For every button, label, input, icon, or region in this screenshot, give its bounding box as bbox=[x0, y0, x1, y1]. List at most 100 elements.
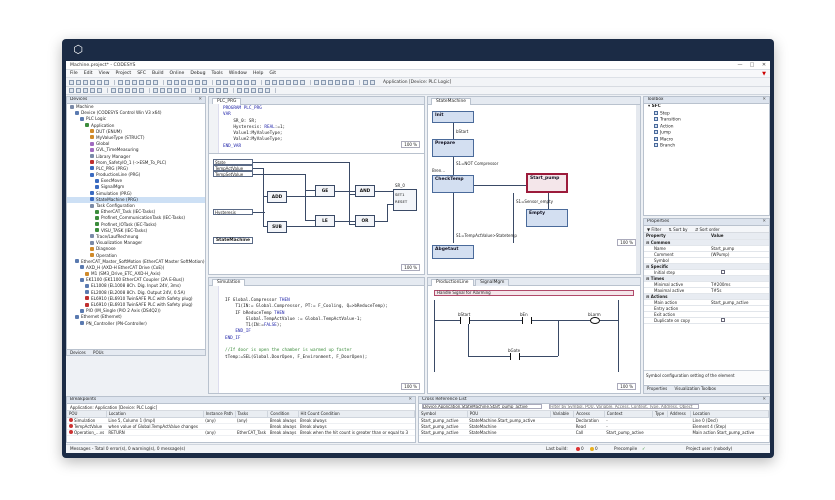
toolbar-button-icon[interactable] bbox=[118, 88, 123, 93]
toolbar-button-icon[interactable] bbox=[174, 79, 179, 85]
decl-zoom-select[interactable]: 100 % bbox=[401, 141, 420, 148]
alert-flag-icon[interactable]: ▼ bbox=[762, 71, 766, 77]
messages-summary[interactable]: Messages - Total 0 error(s), 0 warning(s… bbox=[70, 446, 185, 451]
pane-close-icon[interactable]: ✕ bbox=[762, 219, 766, 225]
fbd-zoom-select[interactable]: 100 % bbox=[401, 264, 420, 271]
toolbar-button-icon[interactable] bbox=[272, 79, 277, 85]
toolbar-button-icon[interactable] bbox=[132, 79, 137, 85]
ladder-contact-bstart[interactable] bbox=[460, 317, 470, 324]
toolbar-button-icon[interactable] bbox=[202, 88, 207, 93]
toolbar-button-icon[interactable] bbox=[349, 79, 354, 85]
toolbar-button-icon[interactable] bbox=[125, 79, 130, 85]
table-row[interactable]: Start_pump_active StateMachine Call Start_p… bbox=[419, 429, 769, 436]
sfc-transition-label[interactable]: S1=Sensor_empty bbox=[516, 199, 553, 204]
toolbar-button-icon[interactable] bbox=[335, 79, 340, 85]
property-value[interactable] bbox=[709, 317, 769, 324]
toolbar-button-icon[interactable] bbox=[132, 88, 137, 93]
toolbar-button-icon[interactable] bbox=[223, 88, 228, 93]
pane-close-icon[interactable]: ✕ bbox=[762, 97, 766, 103]
toolbar-button-icon[interactable] bbox=[230, 79, 235, 85]
sort-order-button[interactable]: Sort order bbox=[699, 227, 719, 232]
tab-state-machine[interactable]: StateMachine bbox=[431, 98, 472, 105]
cross-reference-search-input[interactable]: Device.Application.StateMachine.Start_pu… bbox=[422, 404, 542, 409]
sfc-step-start-pump[interactable]: Start_pump bbox=[526, 173, 568, 193]
active-application-label[interactable]: Application [Device: PLC Logic] bbox=[383, 80, 451, 85]
toolbar-button-icon[interactable] bbox=[244, 79, 249, 85]
toolbar-button-icon[interactable] bbox=[69, 79, 74, 85]
sfc-zoom-select[interactable]: 100 % bbox=[617, 239, 636, 246]
toolbar-button-icon[interactable] bbox=[139, 79, 144, 85]
tree-item[interactable]: PN_Controller (PN-Controller) bbox=[67, 321, 205, 327]
menu-file[interactable]: File bbox=[70, 71, 78, 76]
toolbar-button-icon[interactable] bbox=[321, 79, 326, 85]
toolbar-button-icon[interactable] bbox=[97, 88, 102, 93]
menu-edit[interactable]: Edit bbox=[84, 71, 93, 76]
sfc-step-empty[interactable]: Empty bbox=[526, 209, 568, 227]
toolbar-button-icon[interactable] bbox=[237, 79, 242, 85]
table-row[interactable]: Operation_...vs RETURN (any) EtherCAT_Task B… bbox=[67, 429, 415, 436]
filter-button[interactable]: Filter bbox=[651, 227, 661, 232]
toolbar-button-icon[interactable] bbox=[83, 79, 88, 85]
sfc-step-init[interactable]: Init bbox=[432, 111, 474, 123]
fbd-block-sub[interactable]: SUB bbox=[267, 221, 287, 233]
tab-pous[interactable]: POUs bbox=[93, 350, 104, 355]
toolbar-button-icon[interactable] bbox=[202, 79, 207, 85]
fbd-var-tempsetvalue[interactable]: TempSetValue bbox=[213, 171, 253, 177]
toolbar-button-icon[interactable] bbox=[195, 88, 200, 93]
toolbar-button-icon[interactable] bbox=[125, 88, 130, 93]
toolbar-button-icon[interactable] bbox=[209, 88, 214, 93]
sfc-canvas[interactable]: Init bStart Prepare S1=NOT Compressor Br… bbox=[428, 105, 640, 274]
toolbar-button-icon[interactable] bbox=[258, 88, 263, 93]
toolbar-button-icon[interactable] bbox=[279, 79, 284, 85]
tab-signal-mgm[interactable]: SignalMgm bbox=[475, 279, 510, 286]
sfc-step-checktemp[interactable]: CheckTemp bbox=[432, 175, 474, 193]
toolbar-button-icon[interactable] bbox=[216, 79, 221, 85]
menu-build[interactable]: Build bbox=[152, 71, 164, 76]
menu-git[interactable]: Git bbox=[269, 71, 276, 76]
breakpoint-icon[interactable] bbox=[69, 418, 73, 422]
ladder-comment[interactable]: Handle Signal for Alarming bbox=[434, 290, 634, 296]
ladder-contact-ben[interactable] bbox=[522, 317, 532, 324]
toolbar-button-icon[interactable] bbox=[76, 79, 81, 85]
menu-debug[interactable]: Debug bbox=[190, 71, 205, 76]
toolbar-button-icon[interactable] bbox=[160, 88, 165, 93]
sfc-step-abgetaut[interactable]: Abgetaut bbox=[432, 245, 474, 259]
toolbar-button-icon[interactable] bbox=[167, 79, 172, 85]
fbd-block-ge[interactable]: GE bbox=[315, 185, 335, 197]
simulation-st-code[interactable]: IF Global.Compressor THEN T1(IN:= Global… bbox=[209, 298, 424, 361]
toolbar-button-icon[interactable] bbox=[83, 88, 88, 93]
tab-devices[interactable]: Devices bbox=[70, 350, 86, 355]
toolbar-button-icon[interactable] bbox=[188, 79, 193, 85]
toolbar-button-icon[interactable] bbox=[342, 79, 347, 85]
toolbar-button-icon[interactable] bbox=[104, 79, 109, 85]
toolbar-button-icon[interactable] bbox=[251, 79, 256, 85]
toolbar-button-icon[interactable] bbox=[244, 88, 249, 93]
toolbar-button-icon[interactable] bbox=[174, 88, 179, 93]
toolbar-button-icon[interactable] bbox=[69, 88, 74, 93]
toolbar-button-icon[interactable] bbox=[153, 79, 158, 85]
toolbar-button-icon[interactable] bbox=[223, 79, 228, 85]
toolbar-button-icon[interactable] bbox=[181, 88, 186, 93]
fbd-block-add[interactable]: ADD bbox=[267, 191, 287, 203]
toolbar-button-icon[interactable] bbox=[251, 88, 256, 93]
editor-splitter[interactable] bbox=[209, 153, 424, 154]
toolbar-button-icon[interactable] bbox=[265, 79, 270, 85]
menu-project[interactable]: Project bbox=[116, 71, 132, 76]
plc-prg-declaration[interactable]: PROGRAM PLC_PRG VAR SR_0: SR; Hysteresis:… bbox=[209, 106, 424, 150]
pane-close-icon[interactable]: ✕ bbox=[198, 97, 202, 103]
toolbar-button-icon[interactable] bbox=[286, 79, 291, 85]
breakpoints-application-select[interactable]: Application: Application [Device: PLC Lo… bbox=[67, 404, 415, 411]
pane-close-icon[interactable]: ✕ bbox=[762, 397, 766, 403]
toolbar-button-icon[interactable] bbox=[195, 79, 200, 85]
menu-view[interactable]: View bbox=[99, 71, 110, 76]
build-errors[interactable]: 0 bbox=[576, 445, 584, 453]
toolbar-button-icon[interactable] bbox=[216, 88, 221, 93]
ladder-zoom-select[interactable]: 100 % bbox=[617, 383, 636, 390]
property-row[interactable]: Duplicate on copy bbox=[644, 317, 769, 324]
toolbar-button-icon[interactable] bbox=[328, 79, 333, 85]
toolbar-button-icon[interactable] bbox=[118, 79, 123, 85]
sfc-transition-label[interactable]: Bren... bbox=[432, 168, 445, 173]
menu-tools[interactable]: Tools bbox=[211, 71, 222, 76]
toolbar-button-icon[interactable] bbox=[111, 88, 116, 93]
toolbar-button-icon[interactable] bbox=[181, 79, 186, 85]
